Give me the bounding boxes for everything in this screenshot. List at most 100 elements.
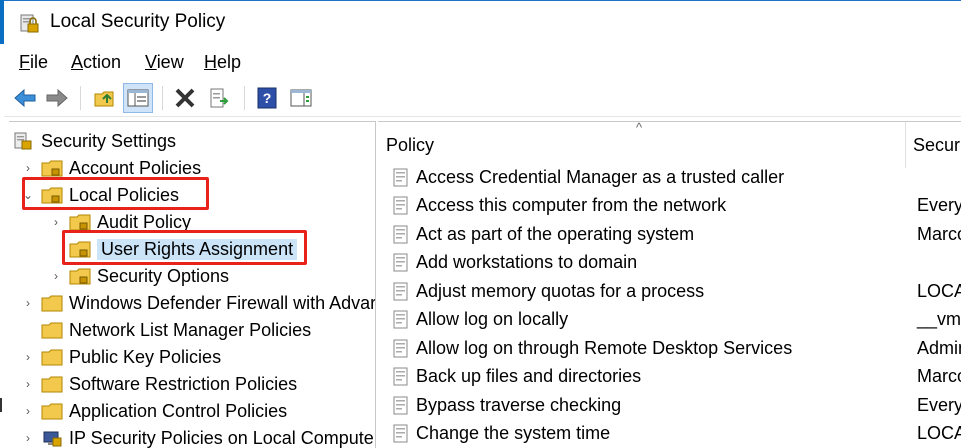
policy-setting: LOCAL	[917, 281, 961, 302]
tree-item-security-options[interactable]: › Security Options	[49, 263, 229, 289]
folder-up-icon	[93, 87, 117, 109]
policy-setting: Marco	[917, 224, 961, 245]
chevron-right-icon[interactable]: ›	[21, 296, 35, 310]
policy-row[interactable]: Allow log on through Remote Desktop Serv…	[378, 335, 961, 363]
policy-icon	[392, 282, 410, 302]
policy-row[interactable]: Add workstations to domain	[378, 249, 961, 277]
policy-row[interactable]: Bypass traverse checking Everyo	[378, 392, 961, 420]
policy-name: Back up files and directories	[416, 366, 641, 387]
tree-label: Account Policies	[69, 158, 201, 179]
policy-row[interactable]: Adjust memory quotas for a process LOCAL	[378, 278, 961, 306]
policy-setting: Admin	[917, 338, 961, 359]
policy-icon	[392, 225, 410, 245]
folder-lock-icon	[41, 159, 63, 177]
policy-icon	[392, 168, 410, 188]
highlight-box-local-policies	[22, 177, 209, 210]
policy-name: Access this computer from the network	[416, 195, 726, 216]
policy-row[interactable]: Back up files and directories Marco	[378, 363, 961, 391]
tree-item-application-control[interactable]: › Application Control Policies	[21, 398, 287, 424]
chevron-right-icon[interactable]: ›	[21, 161, 35, 175]
folder-lock-icon	[69, 267, 91, 285]
help-button[interactable]: ?	[252, 83, 282, 113]
tree-item-ip-security-policies[interactable]: › IP Security Policies on Local Computer	[21, 425, 376, 448]
chevron-right-icon[interactable]: ›	[21, 431, 35, 445]
tree-item-software-restriction[interactable]: › Software Restriction Policies	[21, 371, 297, 397]
app-window: Local Security Policy File Action View H…	[4, 0, 961, 447]
tree-label: Windows Defender Firewall with Advar	[69, 293, 376, 314]
tree-root-security-settings[interactable]: Security Settings	[13, 128, 176, 154]
policy-icon	[392, 310, 410, 330]
up-one-level-button[interactable]	[90, 83, 120, 113]
chevron-right-icon[interactable]: ›	[49, 215, 63, 229]
tree-item-windows-defender-firewall[interactable]: › Windows Defender Firewall with Advar	[21, 290, 376, 316]
tree-label: Network List Manager Policies	[69, 320, 311, 341]
forward-button[interactable]	[42, 83, 72, 113]
policy-icon	[392, 196, 410, 216]
policy-setting: Everyo	[917, 195, 961, 216]
background-window-edge	[0, 398, 2, 412]
policy-icon	[392, 367, 410, 387]
policy-row[interactable]: Act as part of the operating system Marc…	[378, 221, 961, 249]
policy-icon	[392, 253, 410, 273]
column-header-policy[interactable]: Policy	[386, 122, 901, 168]
menu-action[interactable]: Action	[71, 52, 121, 73]
policy-row[interactable]: Change the system time LOCAL	[378, 420, 961, 448]
tree-label: Public Key Policies	[69, 347, 221, 368]
action-pane-icon	[290, 88, 312, 108]
export-list-icon	[208, 87, 230, 109]
chevron-right-icon[interactable]: ›	[49, 269, 63, 283]
security-settings-icon	[13, 132, 35, 150]
policy-icon	[392, 424, 410, 444]
toolbar-separator	[80, 86, 81, 110]
security-policy-app-icon	[20, 12, 40, 34]
menu-view[interactable]: View	[145, 52, 184, 73]
policy-row[interactable]: Access this computer from the network Ev…	[378, 192, 961, 220]
menu-bar: File Action View Help	[4, 48, 961, 78]
tree-label: Software Restriction Policies	[69, 374, 297, 395]
tree-item-public-key-policies[interactable]: › Public Key Policies	[21, 344, 221, 370]
forward-arrow-icon	[45, 88, 69, 108]
window-title: Local Security Policy	[50, 11, 225, 33]
folder-icon	[41, 348, 63, 366]
menu-help[interactable]: Help	[204, 52, 241, 73]
policy-name: Bypass traverse checking	[416, 395, 621, 416]
folder-icon	[41, 321, 63, 339]
chevron-right-icon[interactable]: ›	[21, 350, 35, 364]
policy-name: Allow log on locally	[416, 309, 568, 330]
tree-label: IP Security Policies on Local Computer	[69, 428, 376, 448]
folder-icon	[41, 375, 63, 393]
policy-row[interactable]: Allow log on locally __vmw	[378, 306, 961, 334]
back-arrow-icon	[13, 88, 37, 108]
policy-setting: Marco	[917, 366, 961, 387]
toolbar-separator	[244, 86, 245, 110]
column-divider[interactable]	[905, 122, 906, 168]
console-tree-icon	[127, 88, 149, 108]
svg-text:?: ?	[263, 90, 272, 106]
menu-file[interactable]: File	[19, 52, 48, 73]
policy-name: Allow log on through Remote Desktop Serv…	[416, 338, 792, 359]
policy-list: ^ Policy Securit Access Credential Manag…	[378, 121, 961, 448]
chevron-right-icon[interactable]: ›	[21, 404, 35, 418]
toolbar-separator	[162, 86, 163, 110]
tree-label: Security Settings	[41, 131, 176, 152]
chevron-right-icon[interactable]: ›	[21, 377, 35, 391]
folder-icon	[41, 294, 63, 312]
show-hide-action-pane-button[interactable]	[286, 83, 316, 113]
tree-item-network-list-manager[interactable]: Network List Manager Policies	[41, 317, 311, 343]
policy-setting: LOCAL	[917, 423, 961, 444]
export-list-button[interactable]	[204, 83, 234, 113]
policy-name: Act as part of the operating system	[416, 224, 694, 245]
tree-label: Security Options	[97, 266, 229, 287]
tree-label: Application Control Policies	[69, 401, 287, 422]
show-hide-console-tree-button[interactable]	[123, 83, 153, 113]
policy-row[interactable]: Access Credential Manager as a trusted c…	[378, 164, 961, 192]
back-button[interactable]	[10, 83, 40, 113]
policy-name: Adjust memory quotas for a process	[416, 281, 704, 302]
policy-name: Change the system time	[416, 423, 610, 444]
policy-icon	[392, 396, 410, 416]
highlight-box-user-rights-assignment	[62, 230, 307, 265]
policy-name: Access Credential Manager as a trusted c…	[416, 167, 784, 188]
console-tree: Security Settings › Account Policies ⌄ L…	[9, 121, 376, 448]
column-header-security-setting[interactable]: Securit	[913, 122, 961, 168]
delete-button[interactable]	[170, 83, 200, 113]
